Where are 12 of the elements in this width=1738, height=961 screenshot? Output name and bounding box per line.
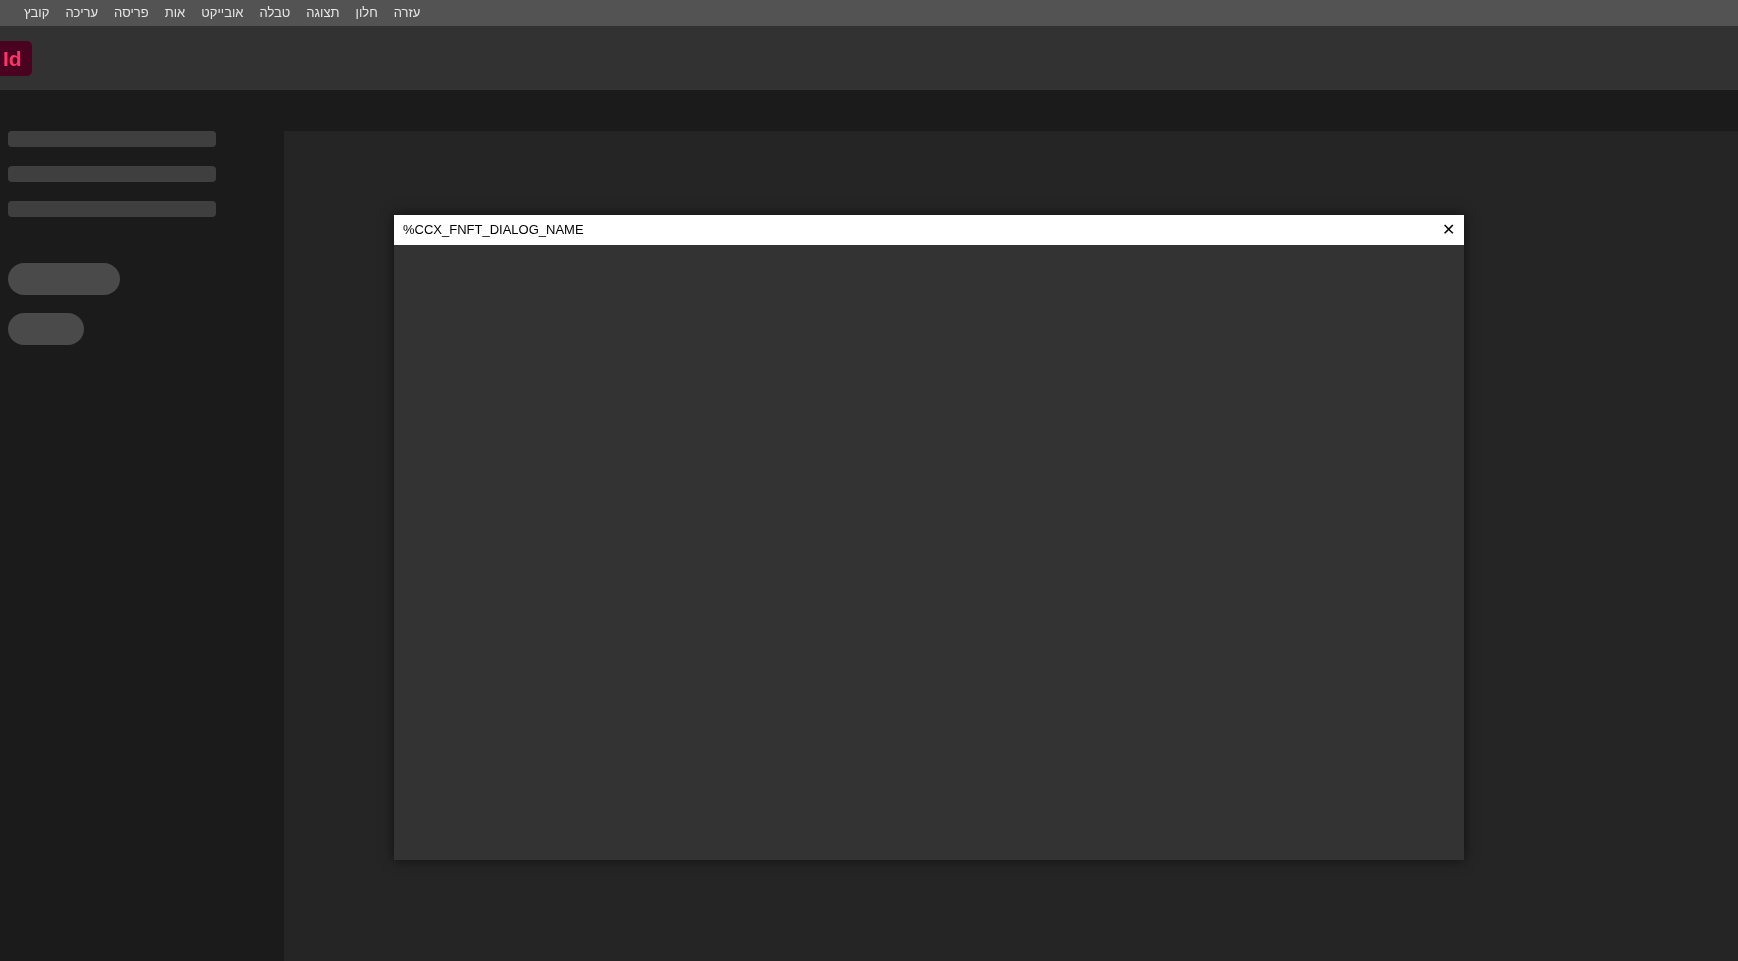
app-logo: Id [0,40,32,76]
menu-item[interactable]: אובייקט [193,0,252,26]
menu-item[interactable]: עזרה [385,0,429,26]
menu-item[interactable]: חלון [347,0,386,26]
close-button[interactable]: ✕ [1432,215,1464,245]
menu-item[interactable]: פריסה [106,0,157,26]
menu-item[interactable]: עריכה [57,0,107,26]
menu-item[interactable]: אות [156,0,194,26]
menu-item[interactable]: טבלה [251,0,299,26]
menu-item[interactable]: קובץ [16,0,58,26]
dialog-title: %CCX_FNFT_DIALOG_NAME [403,221,584,240]
menu-item[interactable]: תצוגה [298,0,348,26]
